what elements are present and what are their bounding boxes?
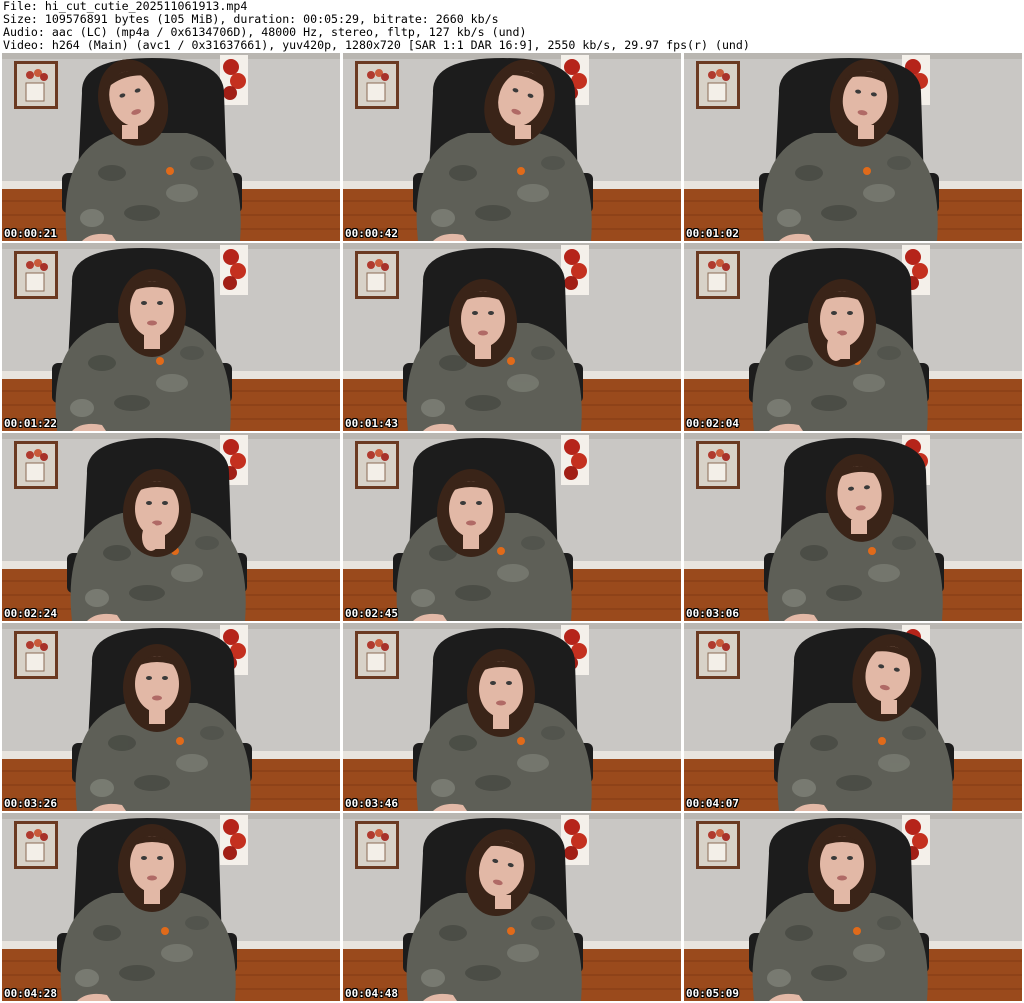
video-thumbnail: 00:01:43 [343,243,681,431]
thumbnail-timestamp: 00:02:24 [4,607,57,620]
wall-flower-picture [561,245,589,295]
wall-picture [696,631,740,679]
video-thumbnail: 00:04:07 [684,623,1022,811]
wall-flower-picture [220,245,248,295]
wall-picture [14,821,58,869]
wall-flower-picture [220,815,248,865]
wall-picture [696,251,740,299]
thumbnail-timestamp: 00:05:09 [686,987,739,1000]
thumbnail-frame-image [343,243,681,431]
thumbnail-frame-image [343,813,681,1001]
wall-picture [355,61,399,109]
video-info-line: Video: h264 (Main) (avc1 / 0x31637661), … [3,39,750,52]
wall-flower-picture [561,815,589,865]
video-thumbnail: 00:04:48 [343,813,681,1001]
video-thumbnail: 00:01:22 [2,243,340,431]
wall-picture [696,821,740,869]
thumbnail-timestamp: 00:02:45 [345,607,398,620]
thumbnail-frame-image [2,433,340,621]
thumbnail-frame-image [343,433,681,621]
video-thumbnail: 00:02:45 [343,433,681,621]
thumbnail-frame-image [2,813,340,1001]
thumbnail-grid: 00:00:21 00:00:42 00:01:02 00:01:22 00:01:43… [2,53,1022,1003]
wall-picture [14,251,58,299]
thumbnail-timestamp: 00:04:48 [345,987,398,1000]
video-thumbnail: 00:05:09 [684,813,1022,1001]
thumbnail-frame-image [684,623,1022,811]
video-thumbnail: 00:00:21 [2,53,340,241]
thumbnail-frame-image [684,243,1022,431]
video-thumbnail: 00:02:24 [2,433,340,621]
wall-picture [355,441,399,489]
thumbnail-frame-image [684,813,1022,1001]
wall-picture [696,441,740,489]
wall-picture [14,441,58,489]
wall-picture [14,631,58,679]
thumbnail-timestamp: 00:04:07 [686,797,739,810]
thumbnail-timestamp: 00:00:21 [4,227,57,240]
thumbnail-timestamp: 00:01:43 [345,417,398,430]
video-thumbnail: 00:00:42 [343,53,681,241]
video-thumbnail: 00:04:28 [2,813,340,1001]
wall-picture [14,61,58,109]
wall-picture [355,251,399,299]
video-thumbnail: 00:02:04 [684,243,1022,431]
thumbnail-timestamp: 00:01:02 [686,227,739,240]
wall-flower-picture [561,435,589,485]
wall-picture [355,821,399,869]
thumbnail-frame-image [2,53,340,241]
thumbnail-frame-image [684,433,1022,621]
file-size-line: Size: 109576891 bytes (105 MiB), duratio… [3,13,499,26]
thumbnail-timestamp: 00:03:26 [4,797,57,810]
thumbnail-frame-image [684,53,1022,241]
file-info-header: File: hi_cut_cutie_202511061913.mp4 Size… [3,0,1021,52]
thumbnail-frame-image [343,53,681,241]
wall-flower-picture [220,55,248,105]
thumbnail-timestamp: 00:02:04 [686,417,739,430]
thumbnail-timestamp: 00:00:42 [345,227,398,240]
thumbnail-timestamp: 00:03:06 [686,607,739,620]
wall-picture [696,61,740,109]
thumbnail-timestamp: 00:04:28 [4,987,57,1000]
video-thumbnail: 00:01:02 [684,53,1022,241]
video-thumbnail: 00:03:06 [684,433,1022,621]
video-thumbnail: 00:03:46 [343,623,681,811]
thumbnail-timestamp: 00:03:46 [345,797,398,810]
wall-picture [355,631,399,679]
audio-info-line: Audio: aac (LC) (mp4a / 0x6134706D), 480… [3,26,527,39]
thumbnail-frame-image [343,623,681,811]
file-name-line: File: hi_cut_cutie_202511061913.mp4 [3,0,248,13]
thumbnail-frame-image [2,243,340,431]
video-thumbnail: 00:03:26 [2,623,340,811]
thumbnail-timestamp: 00:01:22 [4,417,57,430]
thumbnail-frame-image [2,623,340,811]
